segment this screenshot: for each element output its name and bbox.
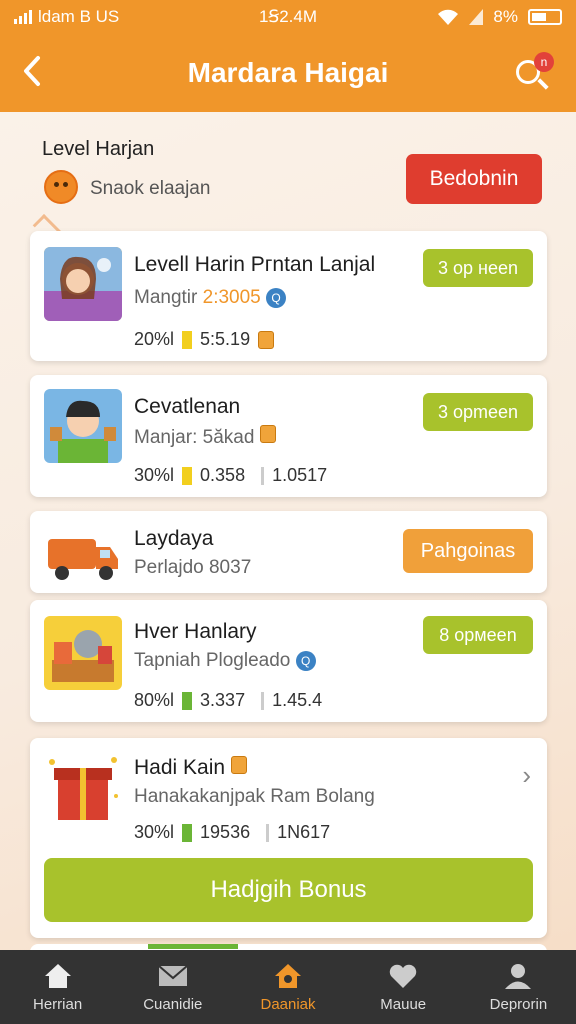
mascot-icon [44, 170, 78, 204]
home-active-icon [275, 963, 301, 988]
divider [261, 466, 265, 485]
search-button[interactable]: n [514, 52, 554, 92]
status-bar: ldam B US 1Ꞩ2.4M 8% [0, 0, 576, 34]
stat-label: 80%l [134, 690, 175, 710]
notification-badge: n [534, 52, 554, 72]
card-subtitle-value: 2:3005 [202, 287, 261, 308]
card-title: Levell Harin Pгntan Lanjal [134, 253, 376, 276]
back-button[interactable] [22, 54, 56, 92]
boy-avatar-icon [44, 389, 122, 463]
bottom-nav: Herrian Cuanidie Daaniak Mauue Deprorin [0, 950, 576, 1024]
food-icon [44, 616, 122, 690]
stat-label: 20%l [134, 329, 175, 349]
action-button[interactable]: Pahgoinas [403, 529, 533, 573]
divider [266, 823, 270, 842]
gift-box-icon [44, 752, 122, 826]
home-icon [44, 963, 71, 988]
heart-icon [389, 964, 417, 988]
card-subtitle: Perlajdo 8037 [134, 557, 252, 578]
nav-item-messages[interactable]: Cuanidie [115, 950, 230, 1024]
stat-value: 19536 [200, 822, 251, 842]
battery-icon [528, 9, 562, 25]
card-title-text: Hadi Kain [134, 756, 226, 779]
nav-item-favorites[interactable]: Mauue [346, 950, 461, 1024]
stat-value: 0.358 [200, 465, 246, 485]
task-card-1[interactable]: Levell Harin Pгntan Lanjal Mangtir 2:300… [30, 231, 547, 361]
card-stats: 30%l 19536 1N617 [134, 822, 330, 843]
medal-icon [230, 756, 247, 774]
stat-value: 3.337 [200, 690, 246, 710]
nav-label: Herrian [33, 995, 83, 1013]
app-header: Mardara Haigai n [0, 34, 576, 112]
card-subtitle-label: Mangtir [134, 287, 198, 308]
medal-icon [259, 425, 276, 443]
nav-label: Cuanidie [143, 995, 203, 1013]
mail-icon [158, 964, 188, 986]
chevron-right-icon[interactable]: › [522, 760, 531, 791]
stat-value-2: 1N617 [277, 822, 331, 842]
chevron-left-icon [24, 56, 40, 86]
level-title: Level Harjan [42, 138, 155, 160]
stat-label: 30%l [134, 822, 175, 842]
stat-label: 30%l [134, 465, 175, 485]
card-subtitle: Manjar: 5ăkad [134, 425, 276, 449]
card-subtitle: Tapniah Plogleado Q [134, 650, 316, 672]
level-action-button[interactable]: Bedobnin [406, 154, 542, 204]
card-stats: 30%l 0.358 1.0517 [134, 465, 327, 486]
open-button[interactable]: 8 opмeen [423, 616, 533, 654]
medal-icon [258, 330, 275, 349]
green-bar-icon [182, 823, 193, 842]
verified-icon: Q [266, 287, 287, 308]
girl-avatar-icon [44, 247, 122, 321]
card-title: Hadi Kain [134, 756, 247, 780]
task-card-4[interactable]: Hver Hanlary Tapniah Plogleado Q 80%l 3.… [30, 600, 547, 722]
divider [261, 691, 265, 710]
nav-label: Deprorin [489, 995, 548, 1013]
stat-value-2: 1.45.4 [272, 690, 323, 710]
search-icon-handle [537, 78, 549, 90]
nav-item-home[interactable]: Herrian [0, 950, 115, 1024]
open-button[interactable]: 3 op нeen [423, 249, 533, 287]
verified-icon: Q [295, 650, 316, 671]
stat-value: 5:5.19 [200, 329, 251, 349]
card-subtitle-label: Tapniah Plogleado [134, 650, 291, 671]
truck-icon [44, 515, 122, 589]
nav-label: Daaniak [260, 995, 316, 1013]
nav-item-profile[interactable]: Deprorin [461, 950, 576, 1024]
card-subtitle: Hanakakanjpak Ram Bolang [134, 786, 375, 807]
card-subtitle-label: Manjar: 5ăkad [134, 427, 255, 448]
level-subtitle: Snaok elaajan [90, 178, 211, 199]
yellow-bar-icon [182, 330, 193, 349]
stat-value-2: 1.0517 [272, 465, 328, 485]
open-button[interactable]: 3 opmeen [423, 393, 533, 431]
task-card-2[interactable]: Cevatlenan Manjar: 5ăkad 30%l 0.358 1.05… [30, 375, 547, 497]
task-card-5[interactable]: Hadi Kain Hanakakanjpak Ram Bolang 30%l … [30, 738, 547, 938]
yellow-bar-icon [182, 466, 193, 485]
card-stats: 80%l 3.337 1.45.4 [134, 690, 322, 711]
status-time: 1Ꞩ2.4M [258, 7, 318, 26]
card-title: Laydaya [134, 527, 214, 550]
task-card-3[interactable]: Laydaya Perlajdo 8037 Pahgoinas [30, 511, 547, 593]
profile-icon [505, 963, 532, 989]
card-subtitle: Mangtir 2:3005 Q [134, 287, 287, 309]
nav-label: Mauue [380, 995, 427, 1013]
card-title: Hver Hanlary [134, 620, 257, 643]
bonus-button[interactable]: Hadjgih Bonus [44, 858, 533, 922]
page-title: Mardara Haigai [187, 57, 389, 88]
card-title: Cevatlenan [134, 395, 241, 418]
green-bar-icon [182, 691, 193, 710]
card-stats: 20%l 5:5.19 [134, 329, 275, 350]
nav-item-active[interactable]: Daaniak [230, 950, 345, 1024]
